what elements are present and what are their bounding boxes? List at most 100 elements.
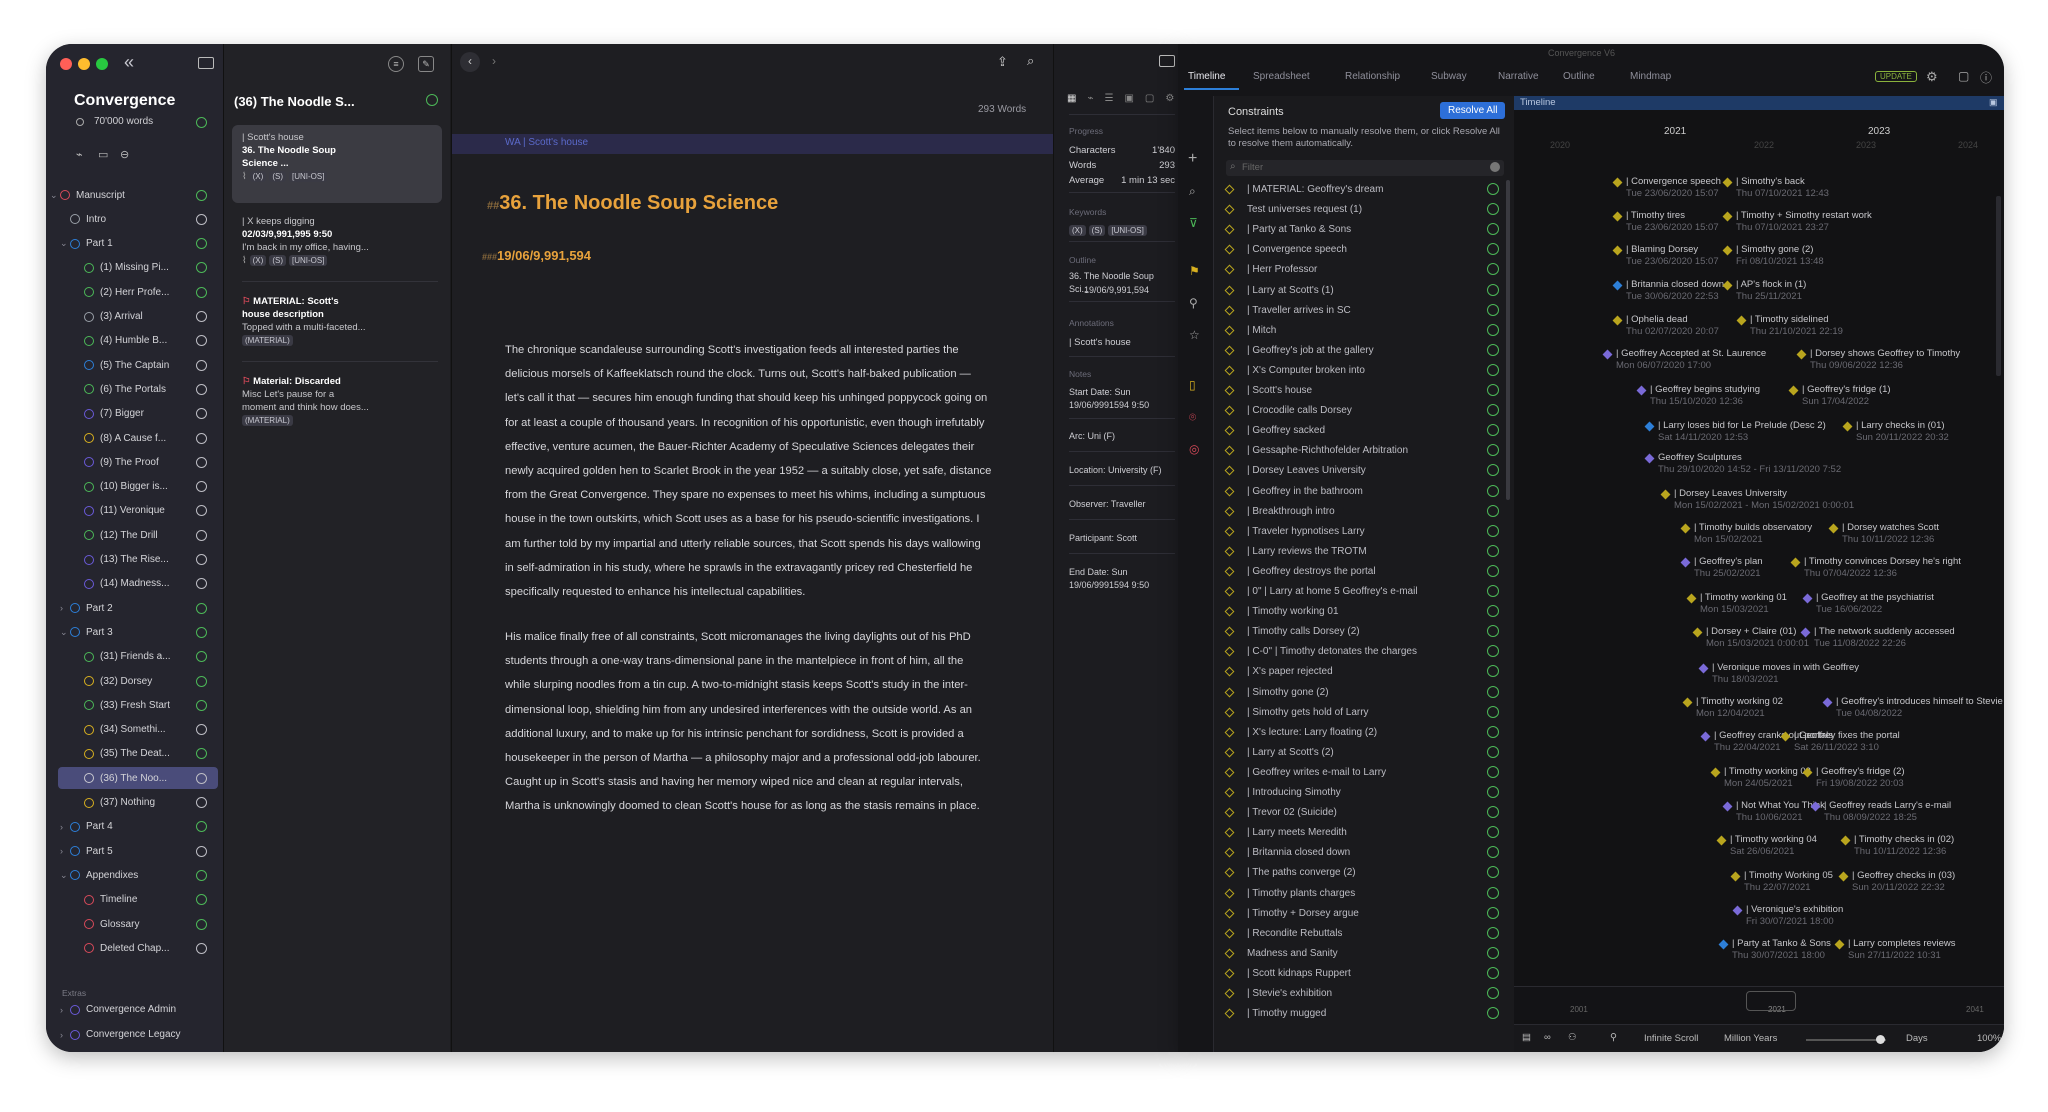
check-icon[interactable] [1487, 283, 1499, 296]
check-icon[interactable] [1487, 263, 1499, 276]
timeline-event[interactable]: | Timothy tires Tue 23/06/2020 15:07 [1612, 210, 1719, 234]
constraint-row[interactable]: | Geoffrey destroys the portal [1214, 562, 1504, 582]
timeline-event[interactable]: | Timothy checks in (02) Thu 10/11/2022 1… [1840, 834, 1954, 858]
check-icon[interactable] [1487, 203, 1499, 216]
constraint-row[interactable]: | X's lecture: Larry floating (2) [1214, 723, 1504, 743]
tree-item[interactable]: (35) The Deat... [46, 743, 223, 765]
check-icon[interactable] [1487, 605, 1499, 618]
check-icon[interactable] [1487, 786, 1499, 798]
location-icon[interactable]: ⌾ [1189, 410, 1196, 425]
timeline-event[interactable]: | Simothy's back Thu 07/10/2021 12:43 [1722, 176, 1829, 200]
constraint-row[interactable]: | Convergence speech [1214, 240, 1504, 260]
people-icon[interactable]: ⚇ [1568, 1032, 1577, 1043]
clear-filter-icon[interactable] [1490, 162, 1500, 172]
timeline-event[interactable]: | Geoffrey fixes the portal Sat 26/11/202… [1780, 730, 1900, 754]
timeline-event[interactable]: | AP's flock in (1) Thu 25/11/2021 [1722, 279, 1806, 303]
tree-item[interactable]: (11) Veronique [46, 500, 223, 522]
link-icon[interactable]: ⚲ [1189, 296, 1198, 310]
constraint-row[interactable]: | Simothy gets hold of Larry [1214, 703, 1504, 723]
constraint-row[interactable]: | Scott's house [1214, 381, 1504, 401]
tree-item[interactable]: (37) Nothing [46, 792, 223, 814]
constraint-row[interactable]: | Timothy + Dorsey argue [1214, 904, 1504, 924]
tree-item[interactable]: Timeline [46, 889, 223, 911]
check-icon[interactable] [1487, 183, 1499, 195]
view-icon[interactable]: ▤ [1522, 1032, 1531, 1043]
document-card[interactable]: | Scott's house 36. The Noodle Soup Scie… [232, 125, 442, 203]
tree-item[interactable]: ⌄ Manuscript [46, 184, 223, 206]
timeline-event[interactable]: Geoffrey Sculptures Thu 29/10/2020 14:52 … [1644, 452, 1841, 476]
chain-icon[interactable]: ∞ [1544, 1032, 1551, 1043]
timeline-event[interactable]: | Geoffrey begins studying Thu 15/10/2020… [1636, 384, 1760, 408]
constraint-row[interactable]: | Simothy gone (2) [1214, 683, 1504, 703]
panel-icon[interactable]: ▣ [1989, 97, 1998, 108]
check-icon[interactable] [1487, 544, 1499, 557]
check-icon[interactable] [1487, 886, 1499, 899]
check-icon[interactable] [1487, 444, 1499, 457]
timeline-event[interactable]: | Blaming Dorsey Tue 23/06/2020 15:07 [1612, 244, 1719, 268]
inspector-toggle-icon[interactable] [1159, 55, 1175, 67]
close-window-button[interactable] [60, 58, 72, 70]
timeline-event[interactable]: | Larry checks in (01) Sun 20/11/2022 20:… [1842, 420, 1949, 444]
tree-item[interactable]: (3) Arrival [46, 306, 223, 328]
disclosure-chevron-icon[interactable]: ⌄ [60, 238, 68, 249]
settings-icon[interactable]: ⚙ [1165, 93, 1174, 104]
tree-item[interactable]: (36) The Noo... [58, 767, 218, 790]
constraint-row[interactable]: | Geoffrey sacked [1214, 421, 1504, 441]
tab-spreadsheet[interactable]: Spreadsheet [1253, 71, 1310, 82]
timeline-event[interactable]: | Timothy builds observatory Mon 15/02/20… [1680, 522, 1812, 546]
tree-item[interactable]: › Part 4 [46, 816, 223, 838]
tree-item[interactable]: Deleted Chap... [46, 937, 223, 959]
scrollbar[interactable] [1506, 180, 1510, 500]
tab-timeline[interactable]: Timeline [1188, 71, 1225, 82]
info-icon[interactable]: ⓘ [1980, 69, 1992, 86]
constraint-row[interactable]: | Mitch [1214, 321, 1504, 341]
timeline-event[interactable]: | Timothy working 02 Mon 12/04/2021 [1682, 696, 1783, 720]
check-icon[interactable] [1487, 966, 1499, 979]
check-icon[interactable] [1487, 946, 1499, 959]
disclosure-chevron-icon[interactable]: › [60, 603, 63, 613]
keyword-tag[interactable]: (S) [1088, 225, 1106, 236]
scrollbar[interactable] [1996, 196, 2001, 376]
check-icon[interactable] [1487, 806, 1499, 819]
timeline-event[interactable]: | Dorsey watches Scott Thu 10/11/2022 12:… [1828, 522, 1939, 546]
check-icon[interactable] [1487, 926, 1499, 939]
check-icon[interactable] [1487, 384, 1499, 396]
constraint-row[interactable]: | Introducing Simothy [1214, 783, 1504, 803]
check-icon[interactable] [1487, 564, 1499, 577]
resolve-all-button[interactable]: Resolve All [1440, 102, 1506, 119]
keyword-tag[interactable]: [UNI-OS] [1108, 225, 1147, 236]
list-icon[interactable]: ☰ [1104, 93, 1113, 104]
check-icon[interactable] [1487, 363, 1499, 376]
check-icon[interactable] [1487, 323, 1499, 336]
check-icon[interactable] [1487, 464, 1499, 477]
tab-subway[interactable]: Subway [1431, 71, 1467, 82]
check-icon[interactable] [1487, 826, 1499, 839]
annotation-crumb[interactable]: WA | Scott's house [505, 137, 588, 148]
document-card[interactable]: ⚐ Material: Discarded Misc Let's pause f… [232, 375, 442, 427]
check-icon[interactable] [1487, 303, 1499, 316]
tree-item[interactable]: ⌄ Part 1 [46, 233, 223, 255]
zoom-slider-thumb[interactable] [1876, 1035, 1885, 1044]
extra-item[interactable]: › Convergence Admin [60, 1004, 176, 1015]
timeline-event[interactable]: | Geoffrey checks in (03) Sun 20/11/2022 … [1838, 870, 1955, 894]
constraint-row[interactable]: Madness and Sanity [1214, 944, 1504, 964]
image-icon[interactable]: ▣ [1124, 93, 1133, 104]
constraint-row[interactable]: | Herr Professor [1214, 260, 1504, 280]
timeline-event[interactable]: | Dorsey shows Geoffrey to Timothy Thu 09… [1796, 348, 1960, 372]
constraint-row[interactable]: | Recondite Rebuttals [1214, 924, 1504, 944]
timeline-event[interactable]: | Larry loses bid for Le Prelude (Desc 2… [1644, 420, 1826, 444]
disclosure-chevron-icon[interactable]: ⌄ [60, 627, 68, 638]
tree-item[interactable]: Intro [46, 208, 223, 230]
document-card[interactable]: ⚐ MATERIAL: Scott's house description To… [232, 295, 442, 347]
check-icon[interactable] [1487, 424, 1499, 437]
new-document-icon[interactable]: ✎ [418, 56, 434, 72]
constraint-row[interactable]: | Party at Tanko & Sons [1214, 220, 1504, 240]
tree-item[interactable]: › Part 5 [46, 840, 223, 862]
constraint-row[interactable]: | Geoffrey's job at the gallery [1214, 341, 1504, 361]
tree-item[interactable]: › Part 2 [46, 597, 223, 619]
tab-narrative[interactable]: Narrative [1498, 71, 1539, 82]
timeline-event[interactable]: | Veronique moves in with Geoffrey Thu 18… [1698, 662, 1859, 686]
minus-icon[interactable]: ⊖ [120, 148, 129, 161]
timeline-event[interactable]: | Geoffrey Accepted at St. Laurence Mon 0… [1602, 348, 1766, 372]
document-card[interactable]: | X keeps digging 02/03/9,991,995 9:50 I… [232, 215, 442, 267]
